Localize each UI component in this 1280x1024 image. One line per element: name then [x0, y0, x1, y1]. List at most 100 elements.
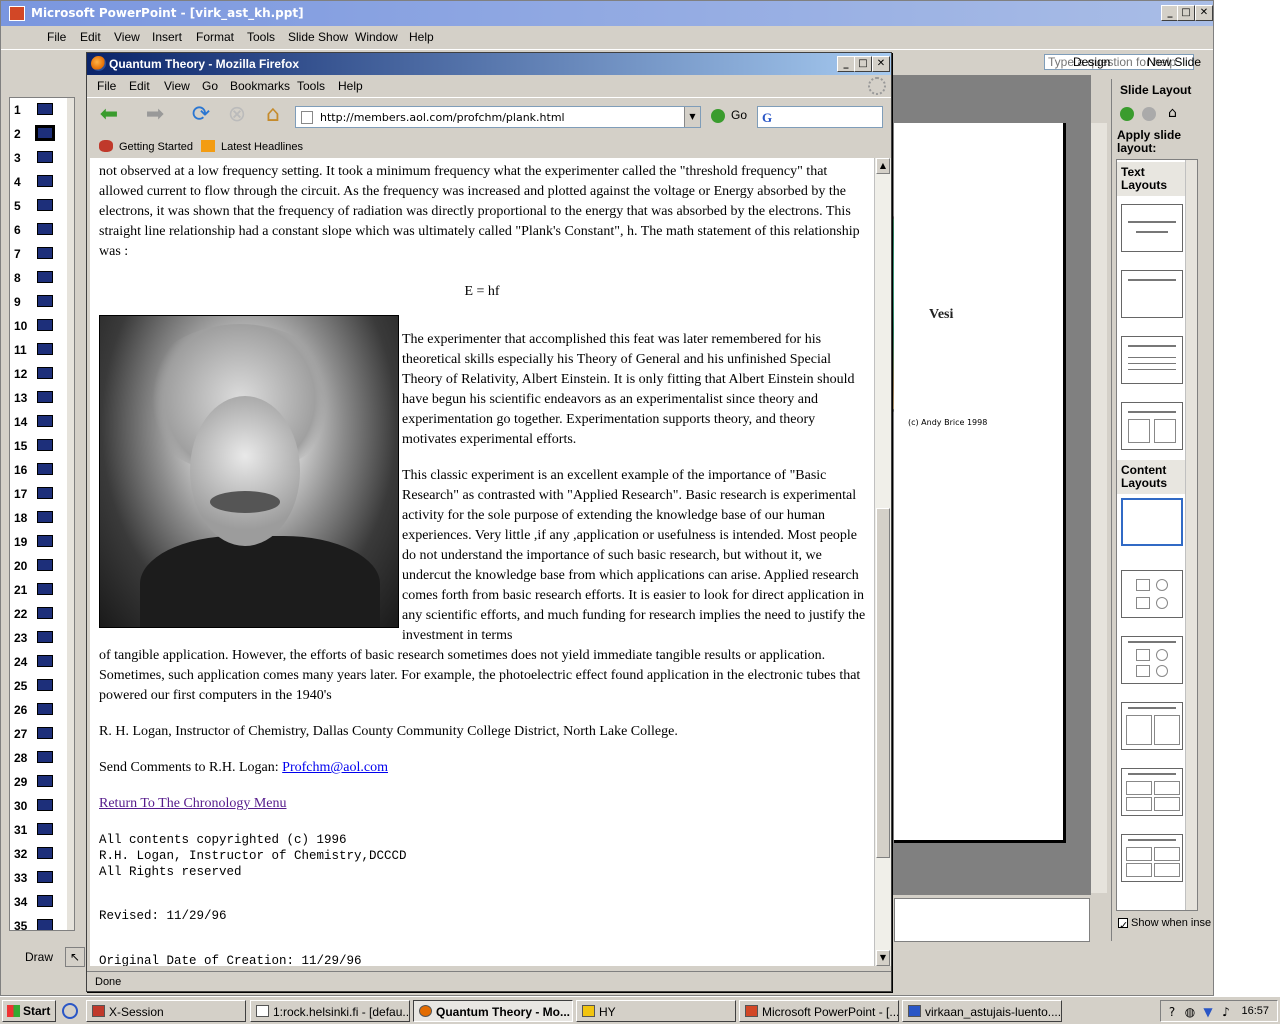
slide-thumbnail-row[interactable]: 21 [10, 578, 68, 602]
volume-icon[interactable]: ♪ [1219, 1005, 1233, 1019]
forward-arrow-icon[interactable]: ➡ [141, 104, 169, 128]
slide-thumbnail-row[interactable]: 16 [10, 458, 68, 482]
slide-thumbnail[interactable] [35, 125, 55, 141]
layouts-scrollbar[interactable] [1185, 160, 1197, 910]
slide-thumbnail[interactable] [37, 607, 53, 619]
slide-thumbnail-row[interactable]: 4 [10, 170, 68, 194]
google-icon[interactable]: G [762, 110, 772, 126]
bookmark-getting-started[interactable]: Getting Started [99, 140, 193, 153]
slide-thumbnail[interactable] [37, 463, 53, 475]
close-icon[interactable]: ✕ [872, 56, 890, 72]
design-button[interactable]: Design [1073, 55, 1110, 69]
notes-pane[interactable] [894, 898, 1090, 942]
slide-scrollbar[interactable] [1091, 123, 1107, 893]
show-when-inserting-checkbox[interactable]: ✓ Show when inse [1118, 917, 1211, 932]
reload-icon[interactable]: ⟳ [187, 104, 215, 128]
slide-thumbnail[interactable] [37, 319, 53, 331]
slide-thumbnail[interactable] [37, 703, 53, 715]
layout-four-content[interactable] [1121, 834, 1183, 882]
ff-menu-tools[interactable]: Tools [297, 79, 325, 93]
new-slide-button[interactable]: New Slide [1147, 55, 1201, 69]
slide-thumbnail-row[interactable]: 13 [10, 386, 68, 410]
powerpoint-app-icon[interactable] [9, 6, 25, 21]
powerpoint-title-bar[interactable]: Microsoft PowerPoint - [virk_ast_kh.ppt]… [1, 1, 1213, 26]
slide-thumbnail[interactable] [37, 343, 53, 355]
slide-thumbnail[interactable] [37, 919, 53, 930]
slide-thumbnail[interactable] [37, 223, 53, 235]
slide-thumbnail[interactable] [37, 631, 53, 643]
taskbar-item-word[interactable]: virkaan_astujais-luento.... [902, 1000, 1062, 1022]
quick-launch-browser-icon[interactable] [62, 1003, 78, 1019]
home-icon[interactable]: ⌂ [1168, 105, 1177, 121]
layout-title-content[interactable] [1121, 636, 1183, 684]
slide-thumbnail-row[interactable]: 3 [10, 146, 68, 170]
maximize-icon[interactable]: □ [854, 56, 872, 72]
help-icon[interactable]: ? [1165, 1005, 1179, 1019]
slide-thumbnail-row[interactable]: 22 [10, 602, 68, 626]
slide-thumbnail-row[interactable]: 6 [10, 218, 68, 242]
close-icon[interactable]: ✕ [1195, 5, 1213, 21]
slide-thumbnail[interactable] [37, 823, 53, 835]
slide-thumbnail[interactable] [37, 583, 53, 595]
scrollbar-thumb[interactable] [876, 508, 890, 858]
slide-canvas[interactable] [894, 123, 1066, 843]
slide-thumbnail-row[interactable]: 12 [10, 362, 68, 386]
bookmark-latest-headlines[interactable]: Latest Headlines [201, 140, 303, 153]
slide-thumbnail-row[interactable]: 24 [10, 650, 68, 674]
slide-thumbnail-row[interactable]: 35 [10, 914, 68, 930]
slide-thumbnail[interactable] [37, 679, 53, 691]
slide-thumbnail[interactable] [37, 103, 53, 115]
scroll-down-icon[interactable]: ▼ [876, 950, 890, 966]
taskbar-item-firefox[interactable]: Quantum Theory - Mo... [413, 1000, 573, 1022]
page-scrollbar[interactable]: ▲ ▼ [874, 158, 891, 966]
layout-content-over-content[interactable] [1121, 768, 1183, 816]
slide-thumbnail[interactable] [37, 751, 53, 763]
slide-thumbnail[interactable] [37, 175, 53, 187]
slide-thumbnail-row[interactable]: 11 [10, 338, 68, 362]
menu-file[interactable]: File [47, 30, 66, 44]
slide-thumbnail-row[interactable]: 10 [10, 314, 68, 338]
slide-thumbnail-row[interactable]: 1 [10, 98, 68, 122]
slide-thumbnail-row[interactable]: 2 [10, 122, 68, 146]
start-button[interactable]: Start [2, 1000, 56, 1022]
ff-menu-file[interactable]: File [97, 79, 116, 93]
slide-thumbnail-row[interactable]: 27 [10, 722, 68, 746]
back-icon[interactable] [1120, 107, 1134, 121]
ff-menu-help[interactable]: Help [338, 79, 363, 93]
slide-thumbnail-row[interactable]: 7 [10, 242, 68, 266]
slide-thumbnail-row[interactable]: 29 [10, 770, 68, 794]
ff-menu-edit[interactable]: Edit [129, 79, 150, 93]
taskbar-item-folder[interactable]: HY [576, 1000, 736, 1022]
menu-window[interactable]: Window [355, 30, 398, 44]
task-pane-title[interactable]: Slide Layout [1120, 83, 1191, 97]
layout-blank[interactable] [1121, 498, 1183, 546]
url-bar[interactable]: http://members.aol.com/profchm/plank.htm… [295, 106, 701, 128]
menu-help[interactable]: Help [409, 30, 434, 44]
slide-thumbnail[interactable] [37, 271, 53, 283]
slide-thumbnail[interactable] [37, 151, 53, 163]
slide-thumbnail[interactable] [37, 775, 53, 787]
slide-thumbnail-row[interactable]: 32 [10, 842, 68, 866]
slide-thumbnail-row[interactable]: 18 [10, 506, 68, 530]
firefox-logo-icon[interactable] [91, 56, 106, 71]
url-dropdown-icon[interactable]: ▼ [684, 107, 700, 127]
slide-thumbnail-row[interactable]: 26 [10, 698, 68, 722]
menu-view[interactable]: View [114, 30, 140, 44]
select-cursor-icon[interactable]: ↖ [65, 947, 85, 967]
slide-thumbnail-row[interactable]: 15 [10, 434, 68, 458]
slide-thumbnail-row[interactable]: 17 [10, 482, 68, 506]
taskbar-item-terminal[interactable]: 1:rock.helsinki.fi - [defau... [250, 1000, 410, 1022]
slide-thumbnail[interactable] [37, 655, 53, 667]
slide-thumbnail[interactable] [37, 367, 53, 379]
slide-thumbnail[interactable] [37, 559, 53, 571]
ff-menu-go[interactable]: Go [202, 79, 218, 93]
layout-title-only[interactable] [1121, 270, 1183, 318]
ff-menu-bookmarks[interactable]: Bookmarks [230, 79, 290, 93]
menu-insert[interactable]: Insert [152, 30, 182, 44]
slide-thumbnail-row[interactable]: 14 [10, 410, 68, 434]
menu-edit[interactable]: Edit [80, 30, 101, 44]
slide-thumbnail[interactable] [37, 727, 53, 739]
minimize-icon[interactable]: _ [837, 56, 855, 72]
slide-thumbnail[interactable] [37, 247, 53, 259]
network-icon[interactable]: ◍ [1183, 1005, 1197, 1019]
